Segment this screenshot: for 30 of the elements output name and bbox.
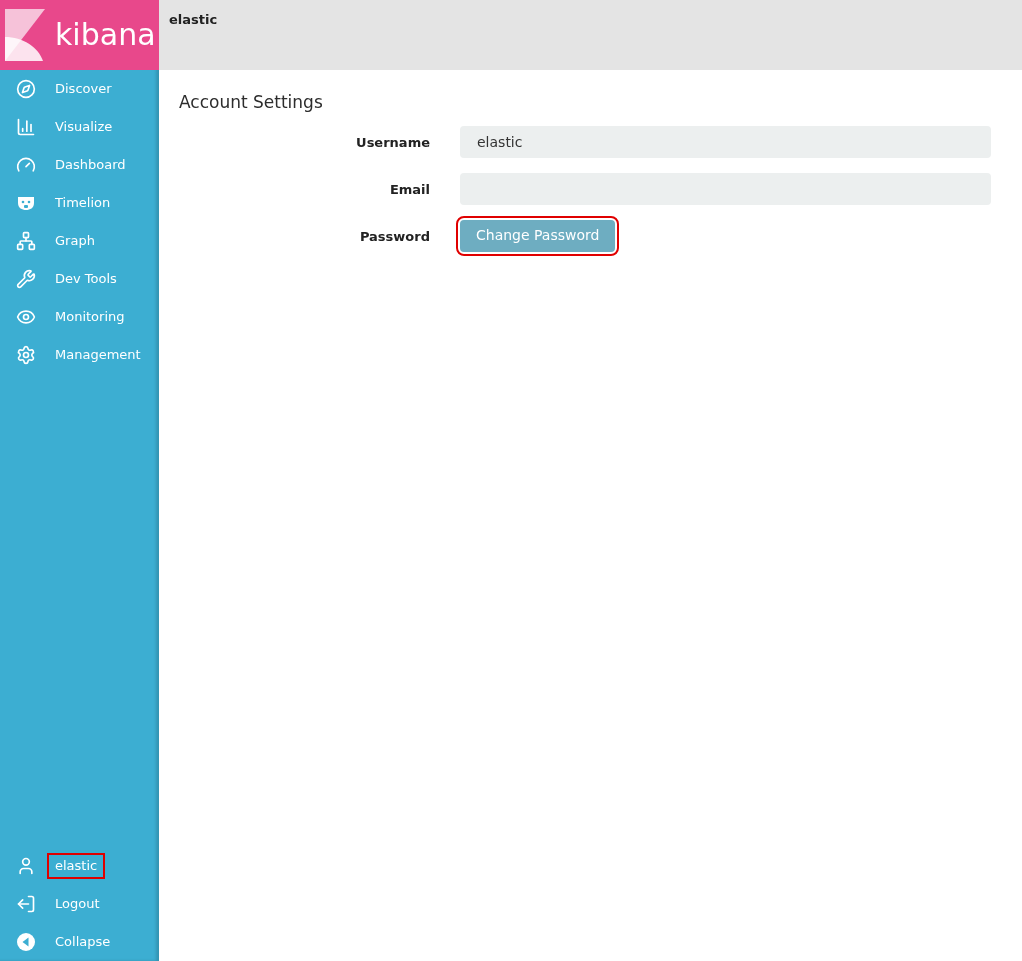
page-title: elastic [169, 12, 218, 27]
nav-item[interactable]: Timelion [0, 184, 159, 222]
graph-icon [16, 231, 36, 251]
eye-icon [16, 307, 36, 327]
nav-item[interactable]: elastic [0, 847, 159, 885]
gauge-icon [16, 155, 36, 175]
nav-item[interactable]: Visualize [0, 108, 159, 146]
kibana-logo[interactable]: kibana [0, 0, 159, 70]
nav-item[interactable]: Dashboard [0, 146, 159, 184]
field-label: Username [355, 133, 430, 152]
nav-item[interactable]: Dev Tools [0, 260, 159, 298]
nav-item[interactable]: Management [0, 336, 159, 374]
compass-icon [16, 79, 36, 99]
nav-item[interactable]: Monitoring [0, 298, 159, 336]
user-icon [16, 856, 36, 876]
collapse-icon [16, 932, 36, 952]
wrench-icon [16, 269, 36, 289]
field-label: Email [388, 180, 430, 199]
field-label: Password [358, 227, 430, 246]
settings-icon [16, 345, 36, 365]
section-title: Account Settings [179, 91, 324, 114]
kibana-logo-icon [5, 9, 45, 61]
bar-chart-icon [16, 117, 36, 137]
nav-item[interactable]: Collapse [0, 923, 159, 961]
logo-text: kibana [55, 20, 156, 50]
nav-item[interactable]: Logout [0, 885, 159, 923]
nav-item[interactable]: Graph [0, 222, 159, 260]
logout-icon [16, 894, 36, 914]
nav-item[interactable]: Discover [0, 70, 159, 108]
text-input[interactable]: elastic [460, 125, 991, 158]
